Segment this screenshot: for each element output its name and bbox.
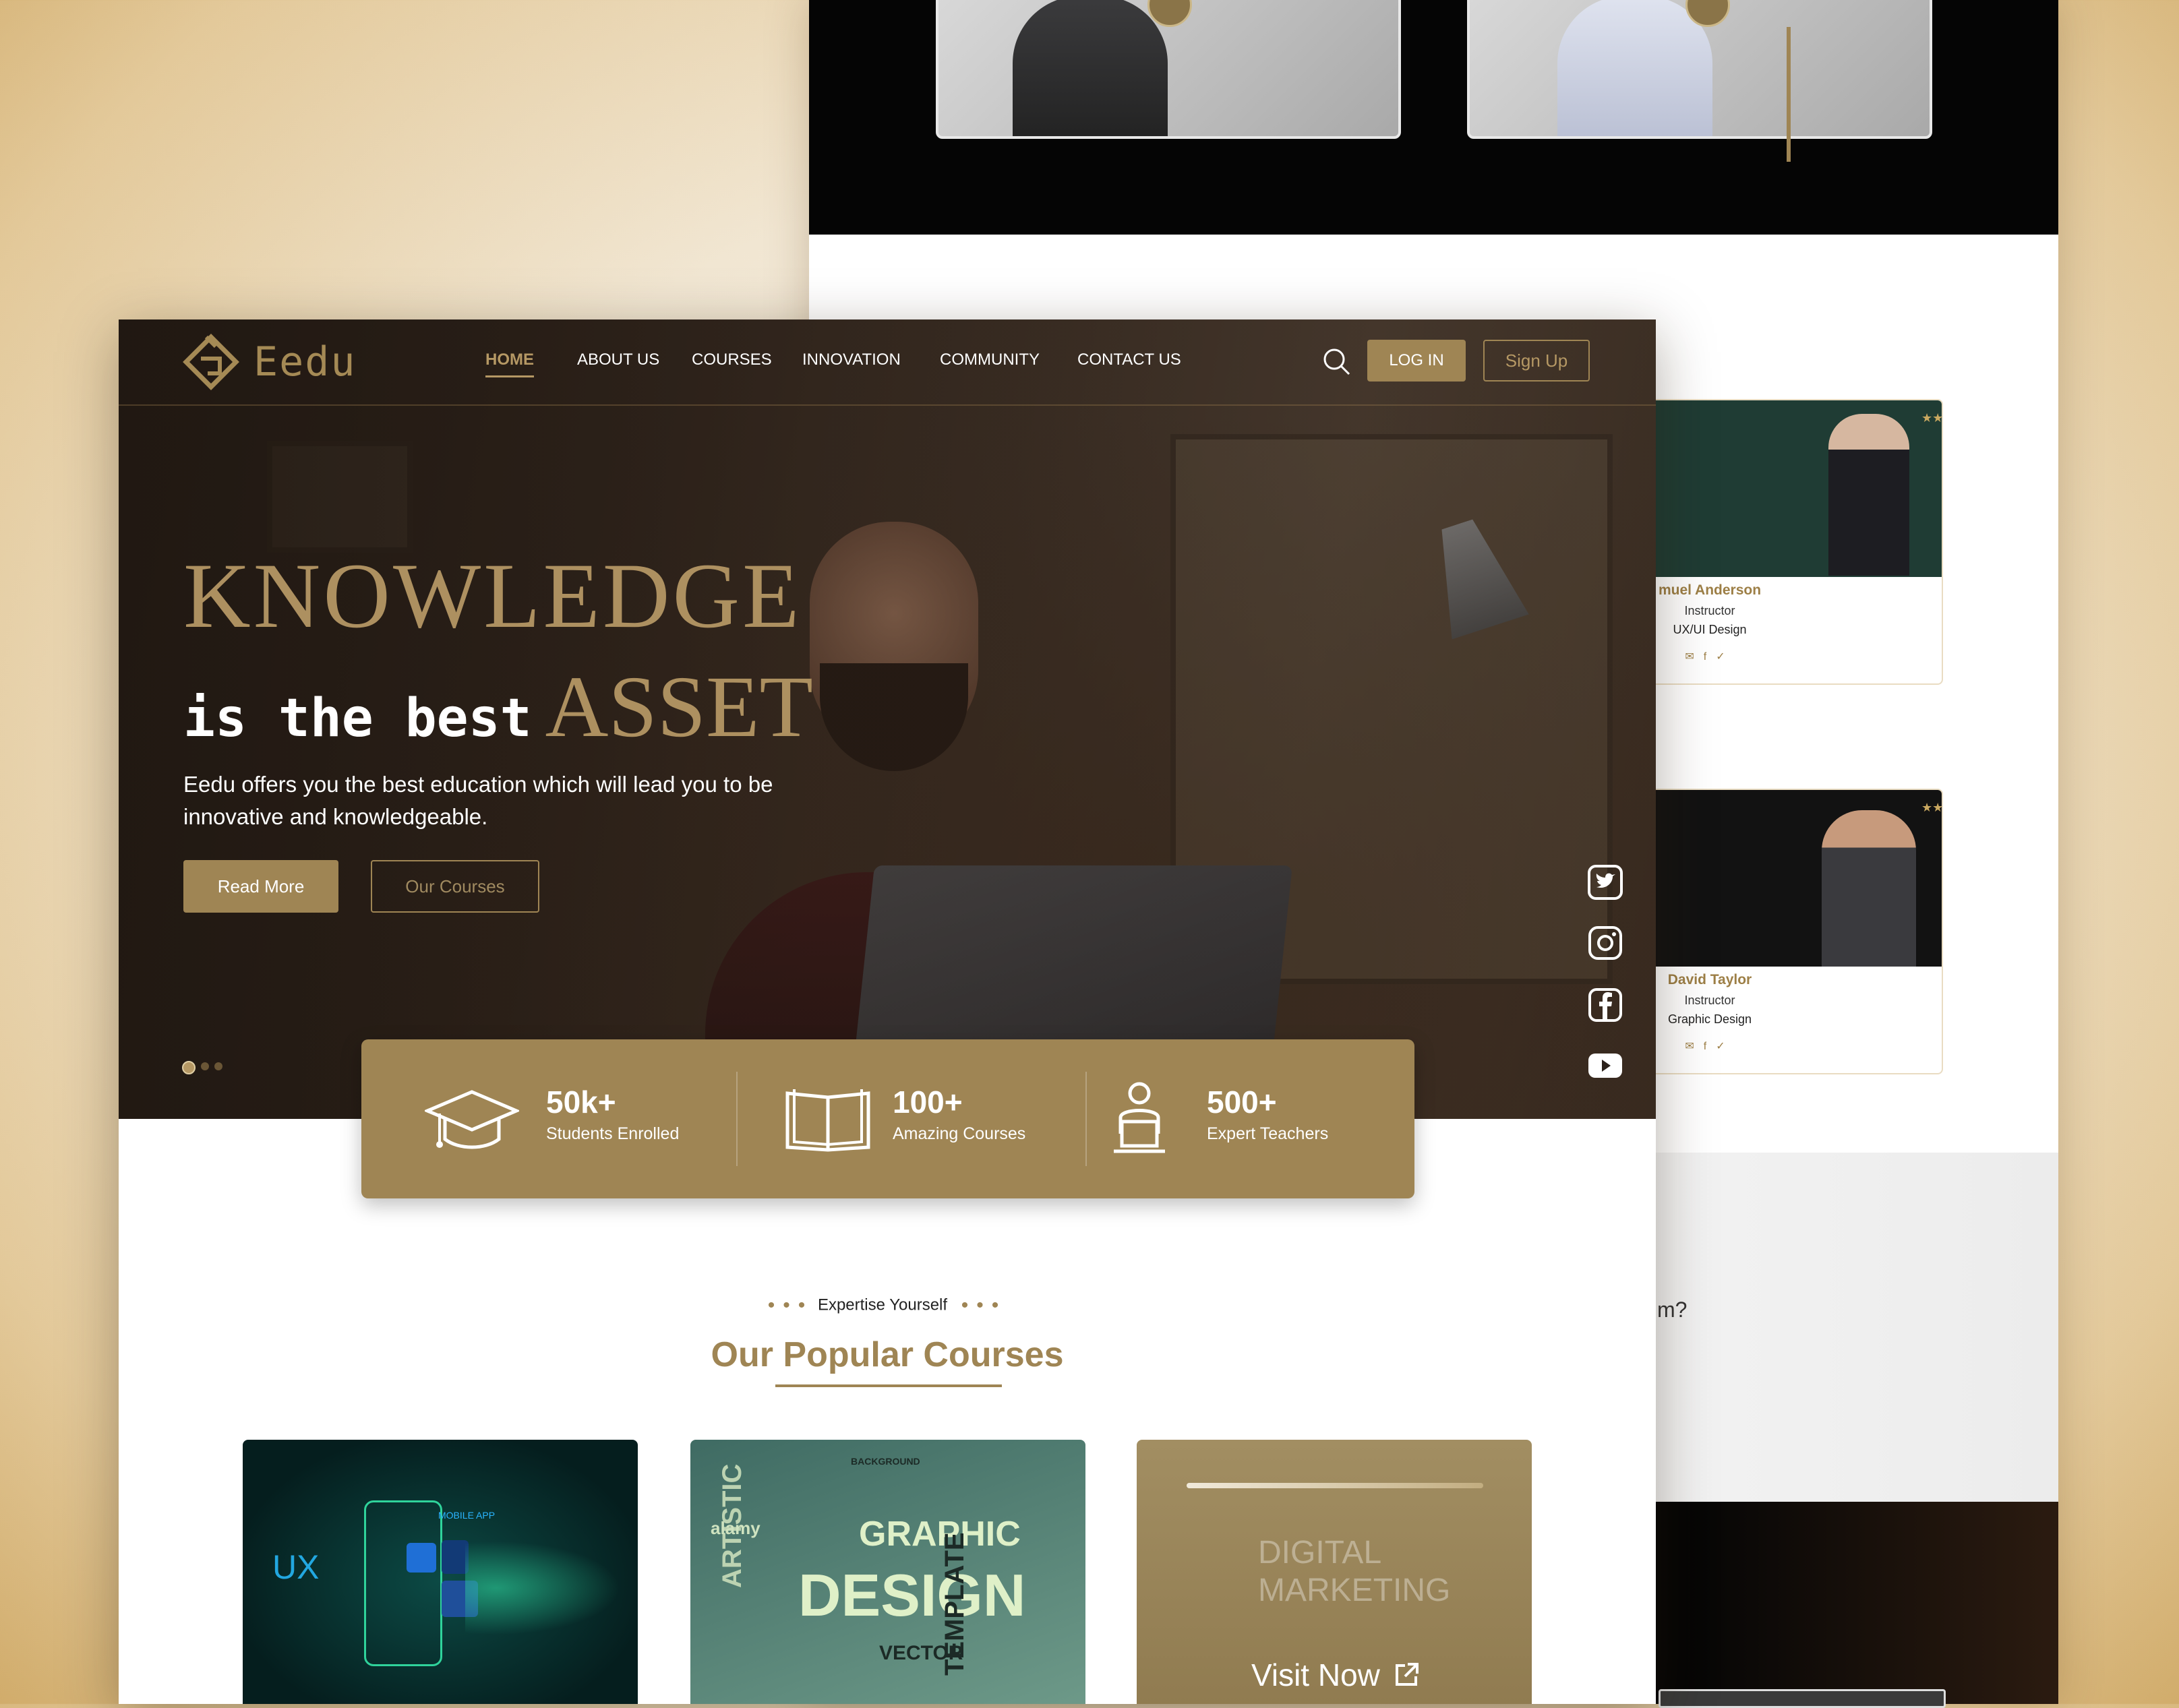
hero-heading-asset: ASSET <box>545 659 813 756</box>
teacher-photo: ★★★★★ <box>1626 400 1942 577</box>
teacher-role: Instructor <box>1684 994 1735 1007</box>
teacher-department: UX/UI Design <box>1673 623 1747 636</box>
homepage: Eedu HOME ABOUT US COURSES INNOVATION CO… <box>119 319 1656 1704</box>
teacher-photo: ★★★★★ <box>1626 790 1942 967</box>
visit-now-link[interactable]: Visit Now <box>1251 1657 1420 1693</box>
video-thumbnail[interactable] <box>936 0 1401 139</box>
teacher-figure <box>1828 414 1909 576</box>
nav-about-us[interactable]: ABOUT US <box>577 350 659 369</box>
search-icon[interactable] <box>1321 346 1351 376</box>
facebook-icon[interactable] <box>1587 987 1623 1023</box>
youtube-icon[interactable] <box>1587 1047 1623 1084</box>
teacher-name: muel Anderson <box>1658 582 1762 598</box>
logo-text: Eedu <box>253 338 357 386</box>
teacher-department: Graphic Design <box>1667 1012 1752 1026</box>
particle-effect <box>465 1541 620 1635</box>
external-link-icon <box>1395 1663 1419 1686</box>
course-card-graphic-design[interactable]: BACKGROUND GRAPHIC DESIGN ARTISTIC TEMPL… <box>690 1440 1085 1704</box>
stat-value: 500+ <box>1207 1085 1277 1120</box>
instagram-icon[interactable] <box>1587 925 1623 961</box>
section-kicker: ••• Expertise Yourself ••• <box>119 1294 1656 1317</box>
decorative-dots: ••• <box>767 1294 814 1316</box>
slider-dot[interactable] <box>201 1062 209 1071</box>
course-card-title: DIGITAL MARKETING <box>1258 1534 1450 1610</box>
stat-label: Amazing Courses <box>893 1124 1026 1143</box>
decorative-dots: ••• <box>961 1294 1007 1316</box>
teacher-figure <box>1822 810 1916 967</box>
stat-value: 50k+ <box>546 1085 616 1120</box>
twitter-icon[interactable] <box>1587 864 1623 901</box>
question-text-fragment: m? <box>1657 1298 1688 1322</box>
teacher-card[interactable]: ★★★★★ muel Anderson Instructor UX/UI Des… <box>1625 399 1943 685</box>
nav-home[interactable]: HOME <box>485 350 534 377</box>
course-card-tag: MOBILE APP <box>438 1510 496 1521</box>
hero-subheading: is the best ASSET <box>183 657 813 758</box>
hero-subheading-prefix: is the best <box>183 688 532 749</box>
open-book-icon <box>785 1089 870 1152</box>
teacher-social-icons[interactable]: ✉f✓ <box>1626 1039 1942 1053</box>
divider <box>736 1072 738 1166</box>
course-card-digital-marketing[interactable]: DIGITAL MARKETING Visit Now <box>1137 1440 1532 1704</box>
nav-community[interactable]: COMMUNITY <box>940 350 1040 369</box>
word-cloud-text: VECTOR <box>879 1642 963 1664</box>
divider <box>1085 1072 1087 1166</box>
course-card-title: UX <box>272 1548 320 1586</box>
stats-bar: 50k+ Students Enrolled 100+ Amazing Cour… <box>361 1039 1414 1198</box>
title-line: DIGITAL <box>1258 1535 1382 1570</box>
teacher-card[interactable]: ★★★★★ David Taylor Instructor Graphic De… <box>1625 789 1943 1074</box>
slider-dot-active[interactable] <box>182 1061 196 1074</box>
hero-description: Eedu offers you the best education which… <box>183 772 773 829</box>
logo-icon <box>183 334 239 390</box>
login-button[interactable]: LOG IN <box>1367 340 1466 382</box>
word-cloud-text: BACKGROUND <box>851 1456 920 1467</box>
hero-section: Eedu HOME ABOUT US COURSES INNOVATION CO… <box>119 319 1656 1119</box>
navbar: Eedu HOME ABOUT US COURSES INNOVATION CO… <box>119 319 1656 406</box>
nav-contact-us[interactable]: CONTACT US <box>1077 350 1181 369</box>
hero-heading-knowledge: KNOWLEDGE <box>183 544 802 647</box>
video-thumbnail[interactable] <box>1467 0 1932 139</box>
title-underline <box>775 1384 1002 1387</box>
person-image <box>1557 0 1712 136</box>
video-preview-strip <box>1659 1689 1946 1708</box>
app-tile <box>442 1540 469 1574</box>
our-courses-button[interactable]: Our Courses <box>371 860 539 913</box>
slider-dot[interactable] <box>214 1062 222 1071</box>
stat-label: Students Enrolled <box>546 1124 680 1143</box>
progress-bar <box>1187 1483 1483 1488</box>
signup-button[interactable]: Sign Up <box>1483 340 1590 382</box>
nav-innovation[interactable]: INNOVATION <box>802 350 901 369</box>
decorative-gold-frame <box>1787 27 1791 162</box>
teacher-role: Instructor <box>1684 604 1735 617</box>
read-more-button[interactable]: Read More <box>183 860 338 913</box>
slider-dots <box>182 1061 228 1074</box>
logo[interactable]: Eedu <box>181 333 357 391</box>
nav-courses[interactable]: COURSES <box>692 350 772 369</box>
teacher-icon <box>1114 1082 1165 1153</box>
teacher-name: David Taylor <box>1667 972 1752 987</box>
word-cloud-text: DESIGN <box>798 1562 1026 1628</box>
graduation-cap-icon <box>425 1090 519 1149</box>
teacher-social-icons[interactable]: ✉f✓ <box>1626 650 1942 663</box>
app-tile <box>407 1543 436 1573</box>
kicker-text: Expertise Yourself <box>817 1295 948 1314</box>
rating-stars: ★★★★★ <box>1921 801 1943 814</box>
stat-value: 100+ <box>893 1085 963 1120</box>
phone-illustration <box>364 1500 478 1666</box>
title-line: MARKETING <box>1258 1573 1451 1608</box>
visit-now-label: Visit Now <box>1251 1657 1380 1692</box>
rating-stars: ★★★★★ <box>1921 411 1943 425</box>
stat-label: Expert Teachers <box>1207 1124 1329 1143</box>
video-section <box>809 0 2058 235</box>
course-card-ux[interactable]: UX MOBILE APP <box>243 1440 638 1704</box>
word-cloud-text: alamy <box>711 1518 760 1538</box>
person-image <box>1013 0 1168 136</box>
section-title: Our Popular Courses <box>711 1335 1064 1374</box>
